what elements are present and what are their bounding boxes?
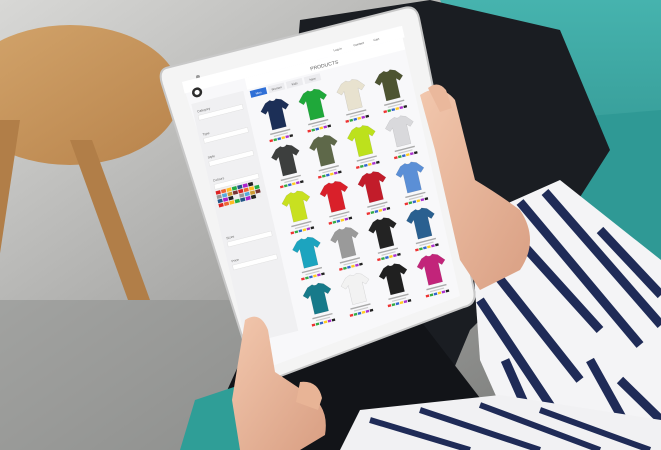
photo-scene: Log in Contact Cart Category Type Style Colou… xyxy=(0,0,661,450)
